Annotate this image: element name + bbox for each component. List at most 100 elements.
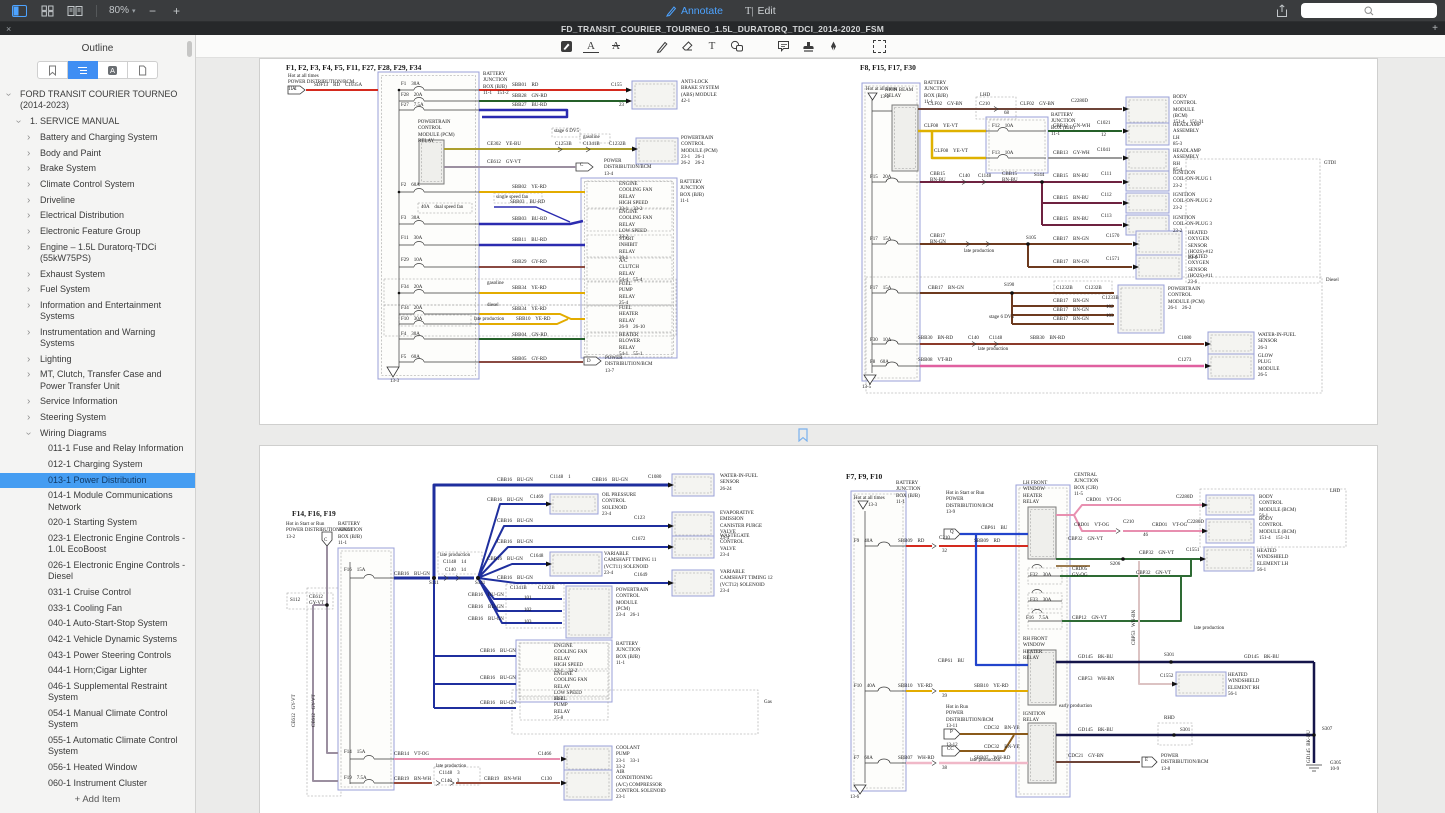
diagram-label: 38 (942, 766, 947, 772)
outline-item[interactable]: ›013-1 Power Distribution (0, 473, 195, 489)
outline-item[interactable]: ›Fuel System (0, 282, 195, 298)
note-icon[interactable] (775, 38, 791, 54)
chevron-right-icon[interactable]: › (27, 132, 30, 143)
outline-item[interactable]: ›Climate Control System (0, 177, 195, 193)
chevron-right-icon[interactable]: › (27, 354, 30, 365)
outline-item[interactable]: ›Wiring Diagrams (0, 426, 195, 442)
outline-item[interactable]: ›Battery and Charging System (0, 130, 195, 146)
outline-item[interactable]: ›011-1 Fuse and Relay Information (0, 441, 195, 457)
outline-item[interactable]: ›Steering System (0, 410, 195, 426)
chevron-down-icon[interactable]: › (23, 432, 34, 435)
outline-item[interactable]: ›Driveline (0, 192, 195, 208)
add-item-button[interactable]: + Add Item (0, 788, 195, 813)
outline-item[interactable]: ›031-1 Cruise Control (0, 585, 195, 601)
outline-item[interactable]: ›Information and Entertainment Systems (0, 298, 195, 325)
outline-item[interactable]: ›020-1 Starting System (0, 515, 195, 531)
tab-close-button[interactable]: × (0, 24, 17, 34)
outline-item[interactable]: ›044-1 Horn;Cigar Lighter (0, 663, 195, 679)
outline-item[interactable]: ›055-1 Automatic Climate Control System (0, 733, 195, 760)
chevron-right-icon[interactable]: › (27, 269, 30, 280)
diagram-label: CBB15 BN-BU (1053, 196, 1089, 202)
diagram-label: HEATED WINDSHIELD ELEMENT RH 56-1 (1228, 673, 1259, 698)
search-input[interactable] (1301, 3, 1437, 18)
diagram-label: late production (1194, 626, 1224, 632)
chevron-right-icon[interactable]: › (27, 226, 30, 237)
selection-icon[interactable] (871, 38, 887, 54)
chevron-right-icon[interactable]: › (27, 369, 30, 380)
diagram-label: CLF02 GY-BN (1020, 102, 1054, 108)
text-tool-icon[interactable]: T (704, 38, 720, 54)
zoom-in-button[interactable]: + (170, 4, 184, 18)
outline-item[interactable]: ›Body and Paint (0, 145, 195, 161)
chevron-right-icon[interactable]: › (27, 284, 30, 295)
outline-item[interactable]: ›060-1 Instrument Cluster (0, 775, 195, 788)
outline-item[interactable]: ›014-1 Module Communications Network (0, 488, 195, 515)
diagram-label: C1148 (989, 336, 1002, 342)
diagram-label: CE612 GY-VT (292, 694, 298, 727)
outline-item[interactable]: ›FORD TRANSIT COURIER TOURNEO (2014-2023… (0, 87, 195, 114)
tab-pages[interactable] (128, 61, 158, 79)
outline-item[interactable]: ›Electronic Feature Group (0, 224, 195, 240)
zoom-level-select[interactable]: 80%▾ (109, 5, 136, 16)
highlighter-icon[interactable] (558, 38, 574, 54)
chevron-down-icon[interactable]: › (3, 93, 14, 96)
outline-item[interactable]: ›Brake System (0, 161, 195, 177)
chevron-down-icon[interactable]: › (13, 120, 24, 123)
sidebar-toggle-icon[interactable] (10, 3, 28, 19)
outline-item[interactable]: ›Service Information (0, 394, 195, 410)
pencil-icon[interactable] (654, 38, 670, 54)
outline-item[interactable]: ›026-1 Electronic Engine Controls - Dies… (0, 558, 195, 585)
outline-item[interactable]: ›056-1 Heated Window (0, 760, 195, 776)
document-tab-title[interactable]: FD_TRANSIT_COURIER_TOURNEO_1.5L_DURATORQ… (561, 24, 884, 34)
diagram-label: F4 30A (401, 332, 420, 338)
outline-item[interactable]: ›042-1 Vehicle Dynamic Systems (0, 632, 195, 648)
eraser-icon[interactable] (679, 38, 695, 54)
chevron-right-icon[interactable]: › (27, 195, 30, 206)
diagram-label: F29 10A (401, 258, 422, 264)
outline-item[interactable]: ›023-1 Electronic Engine Controls - 1.0L… (0, 531, 195, 558)
zoom-out-button[interactable]: − (146, 4, 160, 18)
bookmark-indicator-icon[interactable] (797, 428, 809, 442)
stamp-icon[interactable] (800, 38, 816, 54)
chevron-right-icon[interactable]: › (27, 242, 30, 253)
outline-item[interactable]: ›Engine – 1.5L Duratorq-TDCi (55kW75PS) (0, 239, 195, 266)
chevron-right-icon[interactable]: › (27, 396, 30, 407)
tab-annotations[interactable]: A (98, 61, 128, 79)
tab-edit[interactable]: T| Edit (745, 5, 776, 17)
outline-item[interactable]: ›046-1 Supplemental Restraint System (0, 679, 195, 706)
outline-item[interactable]: ›040-1 Auto-Start-Stop System (0, 616, 195, 632)
new-tab-button[interactable]: + (1425, 23, 1445, 34)
document-scroll-area[interactable]: F1, F2, F3, F4, F5, F11, F27, F28, F29, … (196, 58, 1445, 813)
diagram-label: POWERTRAIN CONTROL MODULE (PCM) 23-4 26-… (616, 588, 648, 619)
outline-item[interactable]: ›043-1 Power Steering Controls (0, 648, 195, 664)
signature-pen-icon[interactable] (825, 38, 841, 54)
chevron-right-icon[interactable]: › (27, 179, 30, 190)
shapes-icon[interactable] (729, 38, 745, 54)
strikethrough-text-icon[interactable]: A (608, 38, 624, 54)
page-thumbnails-icon[interactable] (38, 3, 56, 19)
chevron-right-icon[interactable]: › (27, 148, 30, 159)
outline-item[interactable]: ›033-1 Cooling Fan (0, 601, 195, 617)
diagram-label: SBB28 GN-RD (512, 94, 547, 100)
outline-item[interactable]: ›Lighting (0, 352, 195, 368)
two-page-view-icon[interactable] (66, 3, 84, 19)
outline-item[interactable]: ›Electrical Distribution (0, 208, 195, 224)
outline-item[interactable]: ›012-1 Charging System (0, 457, 195, 473)
chevron-right-icon[interactable]: › (27, 412, 30, 423)
outline-item[interactable]: ›MT, Clutch, Transfer Case and Power Tra… (0, 367, 195, 394)
outline-item[interactable]: ›1. SERVICE MANUAL (0, 114, 195, 130)
tab-outline[interactable] (68, 61, 98, 79)
chevron-right-icon[interactable]: › (27, 327, 30, 338)
tab-bookmarks[interactable] (37, 61, 68, 79)
scrollbar-thumb[interactable] (187, 41, 192, 57)
diagram-label: C1232B (1056, 286, 1073, 292)
outline-item[interactable]: ›Exhaust System (0, 266, 195, 282)
chevron-right-icon[interactable]: › (27, 210, 30, 221)
underline-text-icon[interactable]: A (583, 39, 599, 53)
outline-item[interactable]: ›Instrumentation and Warning Systems (0, 325, 195, 352)
share-icon[interactable] (1273, 3, 1291, 19)
chevron-right-icon[interactable]: › (27, 300, 30, 311)
chevron-right-icon[interactable]: › (27, 163, 30, 174)
outline-item[interactable]: ›054-1 Manual Climate Control System (0, 706, 195, 733)
tab-annotate[interactable]: Annotate (665, 5, 723, 17)
